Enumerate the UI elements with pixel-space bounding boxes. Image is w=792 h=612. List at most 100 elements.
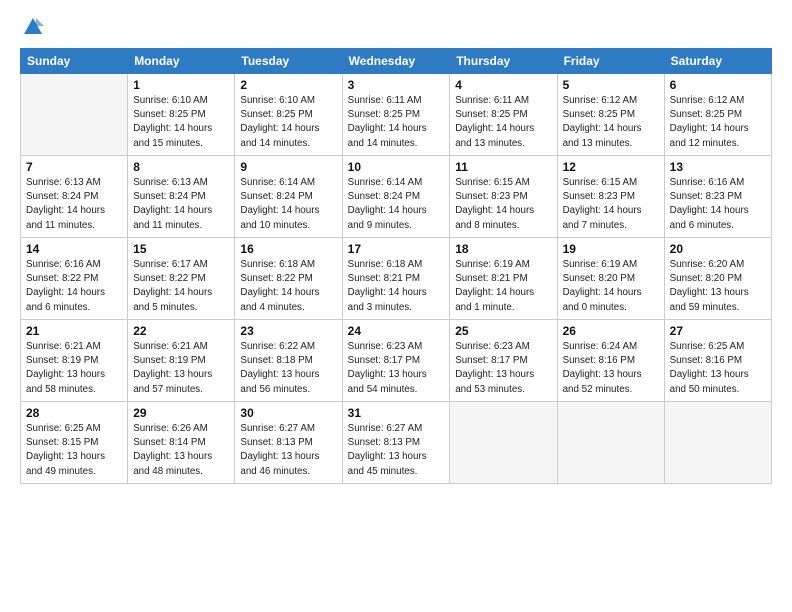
- day-info: Sunrise: 6:16 AMSunset: 8:22 PMDaylight:…: [26, 258, 122, 315]
- day-number: 7: [26, 160, 122, 174]
- day-number: 15: [133, 242, 229, 256]
- weekday-header-saturday: Saturday: [664, 49, 771, 74]
- calendar-cell: 21 Sunrise: 6:21 AMSunset: 8:19 PMDayligh…: [21, 320, 128, 402]
- calendar-cell: 31Sunrise: 6:27 AMSunset: 8:13 PMDayligh…: [342, 402, 450, 484]
- day-info: Sunrise: 6:23 AMSunset: 8:17 PMDaylight:…: [348, 340, 445, 397]
- calendar-cell: 11 Sunrise: 6:15 AMSunset: 8:23 PMDayligh…: [450, 156, 557, 238]
- day-number: 6: [670, 78, 766, 92]
- calendar-cell: 2Sunrise: 6:10 AMSunset: 8:25 PMDaylight…: [235, 74, 342, 156]
- day-number: 27: [670, 324, 766, 338]
- day-number: 14: [26, 242, 122, 256]
- day-number: 2: [240, 78, 336, 92]
- day-number: 29: [133, 406, 229, 420]
- week-row-5: 28 Sunrise: 6:25 AMSunset: 8:15 PMDayligh…: [21, 402, 772, 484]
- day-info: Sunrise: 6:13 AMSunset: 8:24 PMDaylight:…: [133, 176, 229, 233]
- day-number: 26: [563, 324, 659, 338]
- day-number: 28: [26, 406, 122, 420]
- calendar-cell: 15 Sunrise: 6:17 AMSunset: 8:22 PMDayligh…: [128, 238, 235, 320]
- day-info: Sunrise: 6:21 AMSunset: 8:19 PMDaylight:…: [133, 340, 229, 397]
- weekday-header-tuesday: Tuesday: [235, 49, 342, 74]
- day-info: Sunrise: 6:16 AMSunset: 8:23 PMDaylight:…: [670, 176, 766, 233]
- day-info: Sunrise: 6:25 AMSunset: 8:16 PMDaylight:…: [670, 340, 766, 397]
- calendar-cell: 6 Sunrise: 6:12 AMSunset: 8:25 PMDaylight…: [664, 74, 771, 156]
- day-number: 18: [455, 242, 551, 256]
- calendar-cell: 17 Sunrise: 6:18 AMSunset: 8:21 PMDayligh…: [342, 238, 450, 320]
- day-number: 17: [348, 242, 445, 256]
- day-number: 21: [26, 324, 122, 338]
- week-row-3: 14 Sunrise: 6:16 AMSunset: 8:22 PMDayligh…: [21, 238, 772, 320]
- calendar-cell: 19Sunrise: 6:19 AMSunset: 8:20 PMDayligh…: [557, 238, 664, 320]
- weekday-header-monday: Monday: [128, 49, 235, 74]
- day-number: 30: [240, 406, 336, 420]
- calendar-cell: 25 Sunrise: 6:23 AMSunset: 8:17 PMDayligh…: [450, 320, 557, 402]
- day-info: Sunrise: 6:14 AMSunset: 8:24 PMDaylight:…: [348, 176, 445, 233]
- day-number: 3: [348, 78, 445, 92]
- day-number: 4: [455, 78, 551, 92]
- day-number: 23: [240, 324, 336, 338]
- day-number: 24: [348, 324, 445, 338]
- calendar-cell: 26 Sunrise: 6:24 AMSunset: 8:16 PMDayligh…: [557, 320, 664, 402]
- calendar-cell: [557, 402, 664, 484]
- weekday-header-wednesday: Wednesday: [342, 49, 450, 74]
- day-info: Sunrise: 6:24 AMSunset: 8:16 PMDaylight:…: [563, 340, 659, 397]
- calendar-cell: 12 Sunrise: 6:15 AMSunset: 8:23 PMDayligh…: [557, 156, 664, 238]
- day-info: Sunrise: 6:21 AMSunset: 8:19 PMDaylight:…: [26, 340, 122, 397]
- day-info: Sunrise: 6:25 AMSunset: 8:15 PMDaylight:…: [26, 422, 122, 479]
- day-number: 13: [670, 160, 766, 174]
- day-number: 9: [240, 160, 336, 174]
- calendar-cell: 9 Sunrise: 6:14 AMSunset: 8:24 PMDaylight…: [235, 156, 342, 238]
- calendar-cell: [21, 74, 128, 156]
- page: SundayMondayTuesdayWednesdayThursdayFrid…: [0, 0, 792, 612]
- calendar-cell: 5Sunrise: 6:12 AMSunset: 8:25 PMDaylight…: [557, 74, 664, 156]
- day-number: 1: [133, 78, 229, 92]
- calendar-cell: 30 Sunrise: 6:27 AMSunset: 8:13 PMDayligh…: [235, 402, 342, 484]
- day-info: Sunrise: 6:18 AMSunset: 8:21 PMDaylight:…: [348, 258, 445, 315]
- calendar-cell: 27 Sunrise: 6:25 AMSunset: 8:16 PMDayligh…: [664, 320, 771, 402]
- day-info: Sunrise: 6:13 AMSunset: 8:24 PMDaylight:…: [26, 176, 122, 233]
- weekday-header-thursday: Thursday: [450, 49, 557, 74]
- day-info: Sunrise: 6:23 AMSunset: 8:17 PMDaylight:…: [455, 340, 551, 397]
- day-info: Sunrise: 6:14 AMSunset: 8:24 PMDaylight:…: [240, 176, 336, 233]
- day-info: Sunrise: 6:15 AMSunset: 8:23 PMDaylight:…: [563, 176, 659, 233]
- week-row-2: 7 Sunrise: 6:13 AMSunset: 8:24 PMDaylight…: [21, 156, 772, 238]
- calendar-cell: 16Sunrise: 6:18 AMSunset: 8:22 PMDayligh…: [235, 238, 342, 320]
- weekday-header-row: SundayMondayTuesdayWednesdayThursdayFrid…: [21, 49, 772, 74]
- day-info: Sunrise: 6:15 AMSunset: 8:23 PMDaylight:…: [455, 176, 551, 233]
- calendar-cell: [450, 402, 557, 484]
- calendar-cell: 14 Sunrise: 6:16 AMSunset: 8:22 PMDayligh…: [21, 238, 128, 320]
- calendar-cell: 18Sunrise: 6:19 AMSunset: 8:21 PMDayligh…: [450, 238, 557, 320]
- day-number: 25: [455, 324, 551, 338]
- day-number: 10: [348, 160, 445, 174]
- day-info: Sunrise: 6:26 AMSunset: 8:14 PMDaylight:…: [133, 422, 229, 479]
- day-number: 12: [563, 160, 659, 174]
- calendar-cell: 4Sunrise: 6:11 AMSunset: 8:25 PMDaylight…: [450, 74, 557, 156]
- day-info: Sunrise: 6:22 AMSunset: 8:18 PMDaylight:…: [240, 340, 336, 397]
- calendar-cell: 20Sunrise: 6:20 AMSunset: 8:20 PMDayligh…: [664, 238, 771, 320]
- logo-icon: [22, 16, 44, 38]
- day-number: 8: [133, 160, 229, 174]
- day-number: 22: [133, 324, 229, 338]
- day-info: Sunrise: 6:17 AMSunset: 8:22 PMDaylight:…: [133, 258, 229, 315]
- calendar-cell: [664, 402, 771, 484]
- week-row-4: 21 Sunrise: 6:21 AMSunset: 8:19 PMDayligh…: [21, 320, 772, 402]
- day-info: Sunrise: 6:11 AMSunset: 8:25 PMDaylight:…: [348, 94, 445, 151]
- day-info: Sunrise: 6:27 AMSunset: 8:13 PMDaylight:…: [348, 422, 445, 479]
- calendar-cell: 23 Sunrise: 6:22 AMSunset: 8:18 PMDayligh…: [235, 320, 342, 402]
- calendar-cell: 8 Sunrise: 6:13 AMSunset: 8:24 PMDaylight…: [128, 156, 235, 238]
- calendar-cell: 1 Sunrise: 6:10 AMSunset: 8:25 PMDaylight…: [128, 74, 235, 156]
- header: [20, 16, 772, 38]
- day-info: Sunrise: 6:18 AMSunset: 8:22 PMDaylight:…: [240, 258, 336, 315]
- calendar-cell: 13 Sunrise: 6:16 AMSunset: 8:23 PMDayligh…: [664, 156, 771, 238]
- calendar-cell: 10 Sunrise: 6:14 AMSunset: 8:24 PMDayligh…: [342, 156, 450, 238]
- weekday-header-friday: Friday: [557, 49, 664, 74]
- day-number: 20: [670, 242, 766, 256]
- day-info: Sunrise: 6:10 AMSunset: 8:25 PMDaylight:…: [133, 94, 229, 151]
- calendar-cell: 3 Sunrise: 6:11 AMSunset: 8:25 PMDaylight…: [342, 74, 450, 156]
- day-info: Sunrise: 6:27 AMSunset: 8:13 PMDaylight:…: [240, 422, 336, 479]
- calendar-cell: 28 Sunrise: 6:25 AMSunset: 8:15 PMDayligh…: [21, 402, 128, 484]
- day-info: Sunrise: 6:12 AMSunset: 8:25 PMDaylight:…: [670, 94, 766, 151]
- calendar-table: SundayMondayTuesdayWednesdayThursdayFrid…: [20, 48, 772, 484]
- calendar-cell: 22 Sunrise: 6:21 AMSunset: 8:19 PMDayligh…: [128, 320, 235, 402]
- day-number: 11: [455, 160, 551, 174]
- weekday-header-sunday: Sunday: [21, 49, 128, 74]
